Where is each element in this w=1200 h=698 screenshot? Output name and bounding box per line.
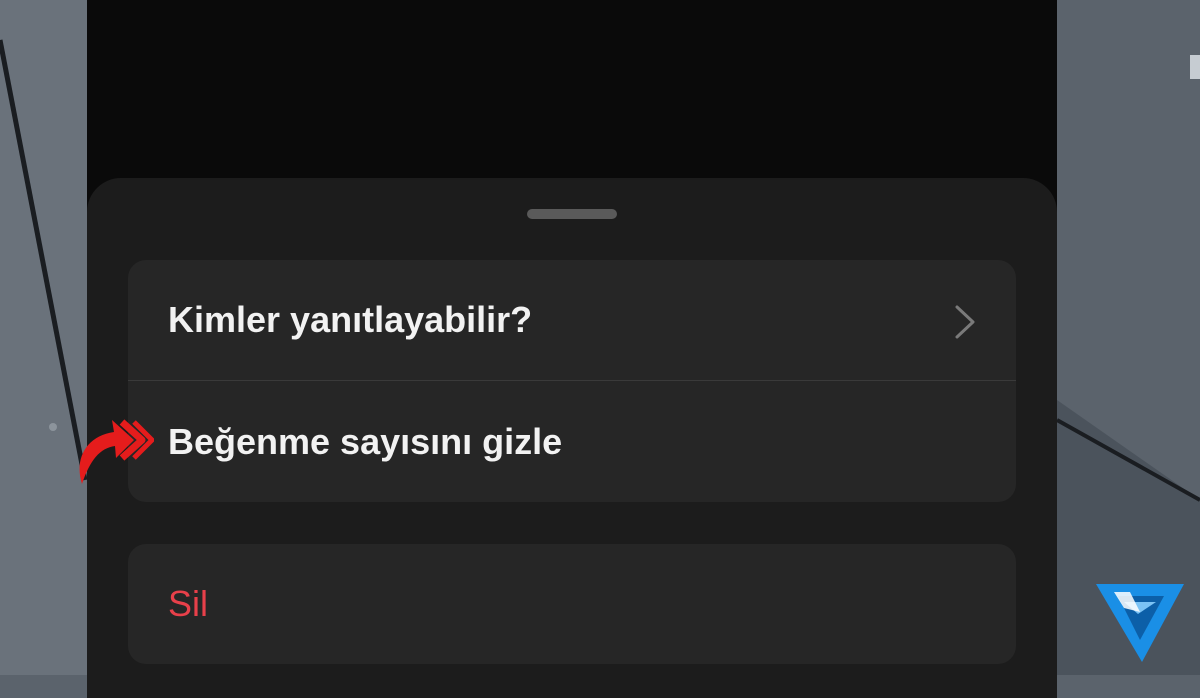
drag-handle[interactable] (527, 209, 617, 219)
bottom-sheet: Kimler yanıtlayabilir? Beğenme sayısını … (87, 178, 1057, 698)
red-arrow-icon (79, 419, 154, 484)
hide-like-count-label: Beğenme sayısını gizle (168, 421, 563, 462)
hide-like-count-option[interactable]: Beğenme sayısını gizle (128, 382, 1016, 502)
who-can-reply-label: Kimler yanıtlayabilir? (168, 299, 533, 340)
delete-option[interactable]: Sil (128, 544, 1016, 664)
delete-card: Sil (128, 544, 1016, 664)
phone-screen: Kimler yanıtlayabilir? Beğenme sayısını … (87, 0, 1057, 698)
delete-label: Sil (168, 583, 209, 624)
options-card: Kimler yanıtlayabilir? Beğenme sayısını … (128, 260, 1016, 502)
logo-icon (1096, 584, 1184, 662)
chevron-right-icon (955, 305, 975, 339)
divider (128, 380, 1016, 381)
who-can-reply-option[interactable]: Kimler yanıtlayabilir? (128, 260, 1016, 380)
